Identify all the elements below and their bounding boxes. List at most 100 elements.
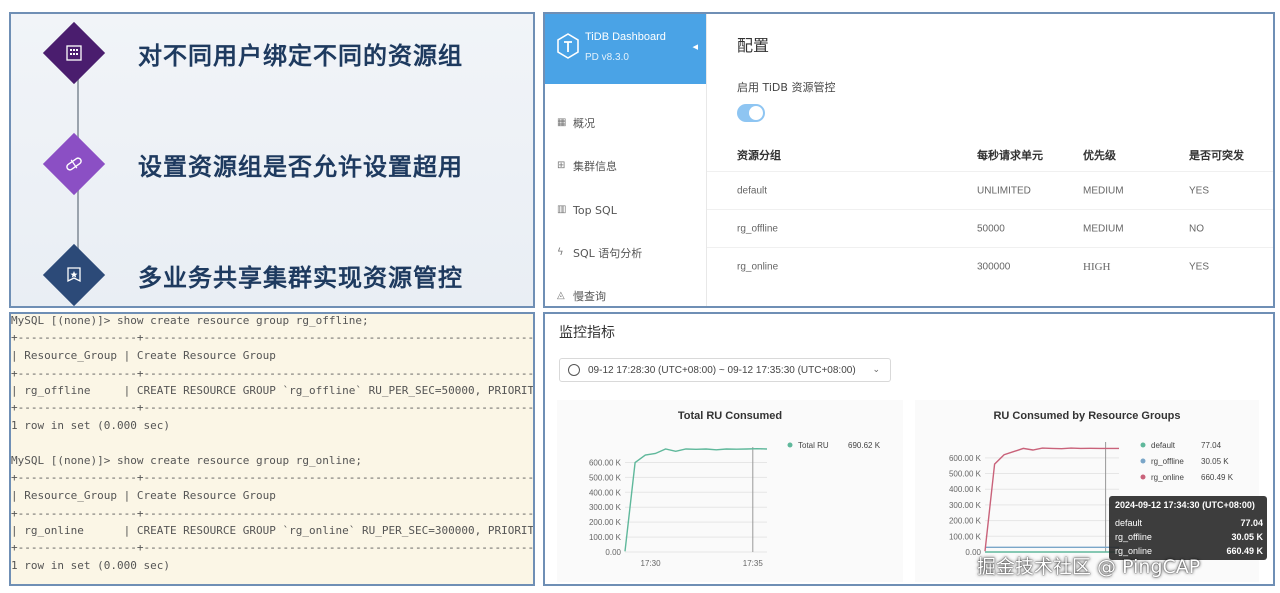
feature-item-3: 多业务共享集群实现资源管控 <box>31 240 531 306</box>
x-tick-label: 17:35 <box>743 559 764 568</box>
nav-item-cluster-info[interactable]: ⊞ 集群信息 <box>557 156 617 176</box>
terminal-line: +------------------+--------------------… <box>11 507 535 520</box>
series-line-rg_online <box>984 447 1119 552</box>
badge-icon <box>67 267 81 283</box>
legend-label: Total RU <box>798 441 829 450</box>
collapse-sidebar-icon[interactable]: ◂ <box>692 40 698 53</box>
chevron-down-icon: ⌄ <box>872 364 880 374</box>
nav-item-top-sql[interactable]: ▥ Top SQL <box>557 200 617 220</box>
legend-marker <box>1140 474 1146 480</box>
y-tick-label: 600.00 K <box>949 454 982 463</box>
y-tick-label: 100.00 K <box>589 533 622 542</box>
series-line-Total RU <box>624 447 768 552</box>
legend-marker <box>1140 442 1146 448</box>
feature-diamond-1 <box>42 21 106 85</box>
cell-priority: HIGH <box>1083 261 1111 273</box>
nav-item-label: SQL 语句分析 <box>573 247 643 260</box>
y-tick-label: 500.00 K <box>589 473 622 482</box>
column-header: 资源分组 <box>737 148 781 162</box>
resource-group-table: 资源分组 每秒请求单元 优先级 是否可突发 default UNLIMITED … <box>707 138 1273 286</box>
column-header: 是否可突发 <box>1189 148 1244 162</box>
feature-panel: 对不同用户绑定不同的资源组 设置资源组是否允许设置超用 多业务共享集群实现资源管… <box>9 12 535 308</box>
cell-group: default <box>737 185 768 196</box>
total-ru-chart: 0.00 100.00 K 200.00 K 300.00 K 400.00 K 500.… <box>589 441 881 568</box>
resource-control-toggle[interactable] <box>737 104 765 122</box>
tooltip-series-value: 30.05 K <box>1231 532 1263 542</box>
y-tick-label: 600.00 K <box>589 458 622 467</box>
table-row: rg_online 300000 HIGH YES <box>707 248 1273 286</box>
flame-icon: ◬ <box>557 290 565 301</box>
terminal-line: | rg_online | CREATE RESOURCE GROUP `rg_… <box>11 524 535 537</box>
cell-priority: MEDIUM <box>1083 223 1124 234</box>
legend-value: 30.05 K <box>1201 457 1229 466</box>
monitor-title: 监控指标 <box>559 325 615 341</box>
tooltip-series-name: default <box>1115 518 1143 528</box>
nav-item-overview[interactable]: ▦ 概况 <box>557 113 595 133</box>
x-tick-label: 17:30 <box>641 559 662 568</box>
feature-text-2: 设置资源组是否允许设置超用 <box>138 153 463 181</box>
terminal-line: +------------------+--------------------… <box>11 401 535 414</box>
y-tick-label: 200.00 K <box>589 518 622 527</box>
tooltip-series-name: rg_offline <box>1115 532 1152 542</box>
legend-label: default <box>1151 441 1176 450</box>
y-tick-label: 500.00 K <box>949 470 982 479</box>
y-tick-label: 200.00 K <box>949 517 982 526</box>
tidb-logo-icon <box>557 33 579 59</box>
cell-ru: 50000 <box>977 223 1005 234</box>
mysql-terminal: MySQL [(none)]> show create resource gro… <box>9 312 535 586</box>
terminal-line: +------------------+--------------------… <box>11 331 535 344</box>
cell-group: rg_online <box>737 261 779 273</box>
terminal-line: | Resource_Group | Create Resource Group… <box>11 489 276 502</box>
terminal-line: MySQL [(none)]> show create resource gro… <box>11 454 362 467</box>
y-tick-label: 0.00 <box>605 548 621 557</box>
nav-item-label: Top SQL <box>573 203 617 217</box>
legend-value: 77.04 <box>1201 441 1222 450</box>
config-title: 配置 <box>737 36 770 55</box>
legend-label: rg_online <box>1151 473 1184 482</box>
lightning-icon: ϟ <box>557 247 564 258</box>
cell-burstable: YES <box>1189 261 1210 273</box>
terminal-line: | Resource_Group | Create Resource Group… <box>11 349 535 362</box>
building-icon <box>66 45 82 61</box>
legend-marker <box>787 442 793 448</box>
terminal-line: 1 row in set (0.000 sec) <box>11 419 170 432</box>
legend-label: rg_offline <box>1151 457 1184 466</box>
cell-ru: 300000 <box>977 261 1011 273</box>
tooltip-series-value: 77.04 <box>1240 518 1263 528</box>
legend-marker <box>1140 458 1146 464</box>
tooltip-row: default 77.04 <box>1115 518 1263 528</box>
watermark: 掘金技术社区 @ PingCAP <box>977 556 1201 578</box>
nav-item-label: 概况 <box>573 117 595 130</box>
tidb-dashboard: TiDB Dashboard PD v8.3.0 ◂ ▦ 概况 ⊞ 集群信息 ▥… <box>543 12 1275 308</box>
feature-text-1: 对不同用户绑定不同的资源组 <box>138 42 463 70</box>
terminal-line: +------------------+--------------------… <box>11 541 535 554</box>
column-header: 每秒请求单元 <box>977 148 1043 162</box>
grid-icon: ▦ <box>557 117 567 128</box>
feature-diamond-2 <box>42 132 106 196</box>
time-range-picker[interactable]: 09-12 17:28:30 (UTC+08:00) ~ 09-12 17:35… <box>559 358 891 382</box>
cluster-icon: ⊞ <box>557 160 566 171</box>
brand-version: PD v8.3.0 <box>585 52 629 63</box>
brand-header: TiDB Dashboard PD v8.3.0 ◂ <box>545 14 706 84</box>
nav-item-sql-statements[interactable]: ϟ SQL 语句分析 <box>557 243 642 263</box>
nav-item-label: 慢查询 <box>573 290 606 303</box>
tooltip-series-value: 660.49 K <box>1226 546 1263 556</box>
brand-title: TiDB Dashboard <box>585 31 666 43</box>
cell-group: rg_offline <box>737 223 778 234</box>
terminal-line: MySQL [(none)]> show create resource gro… <box>11 314 369 327</box>
nav-item-slow-query[interactable]: ◬ 慢查询 <box>557 286 606 306</box>
terminal-line: +------------------+--------------------… <box>11 367 535 380</box>
y-tick-label: 400.00 K <box>589 488 622 497</box>
nav-item-label: 集群信息 <box>573 160 617 173</box>
table-header: 资源分组 每秒请求单元 优先级 是否可突发 <box>707 138 1273 172</box>
cell-ru: UNLIMITED <box>977 185 1031 196</box>
y-tick-label: 300.00 K <box>949 501 982 510</box>
table-row: rg_offline 50000 MEDIUM NO <box>707 210 1273 248</box>
bar-chart-icon: ▥ <box>557 204 567 215</box>
terminal-line: 1 row in set (0.000 sec) <box>11 559 170 572</box>
feature-text-3: 多业务共享集群实现资源管控 <box>138 264 463 292</box>
clock-icon <box>568 364 580 376</box>
feature-diamond-3 <box>42 243 106 306</box>
y-tick-label: 400.00 K <box>949 485 982 494</box>
terminal-line: | rg_offline | CREATE RESOURCE GROUP `rg… <box>11 384 535 397</box>
